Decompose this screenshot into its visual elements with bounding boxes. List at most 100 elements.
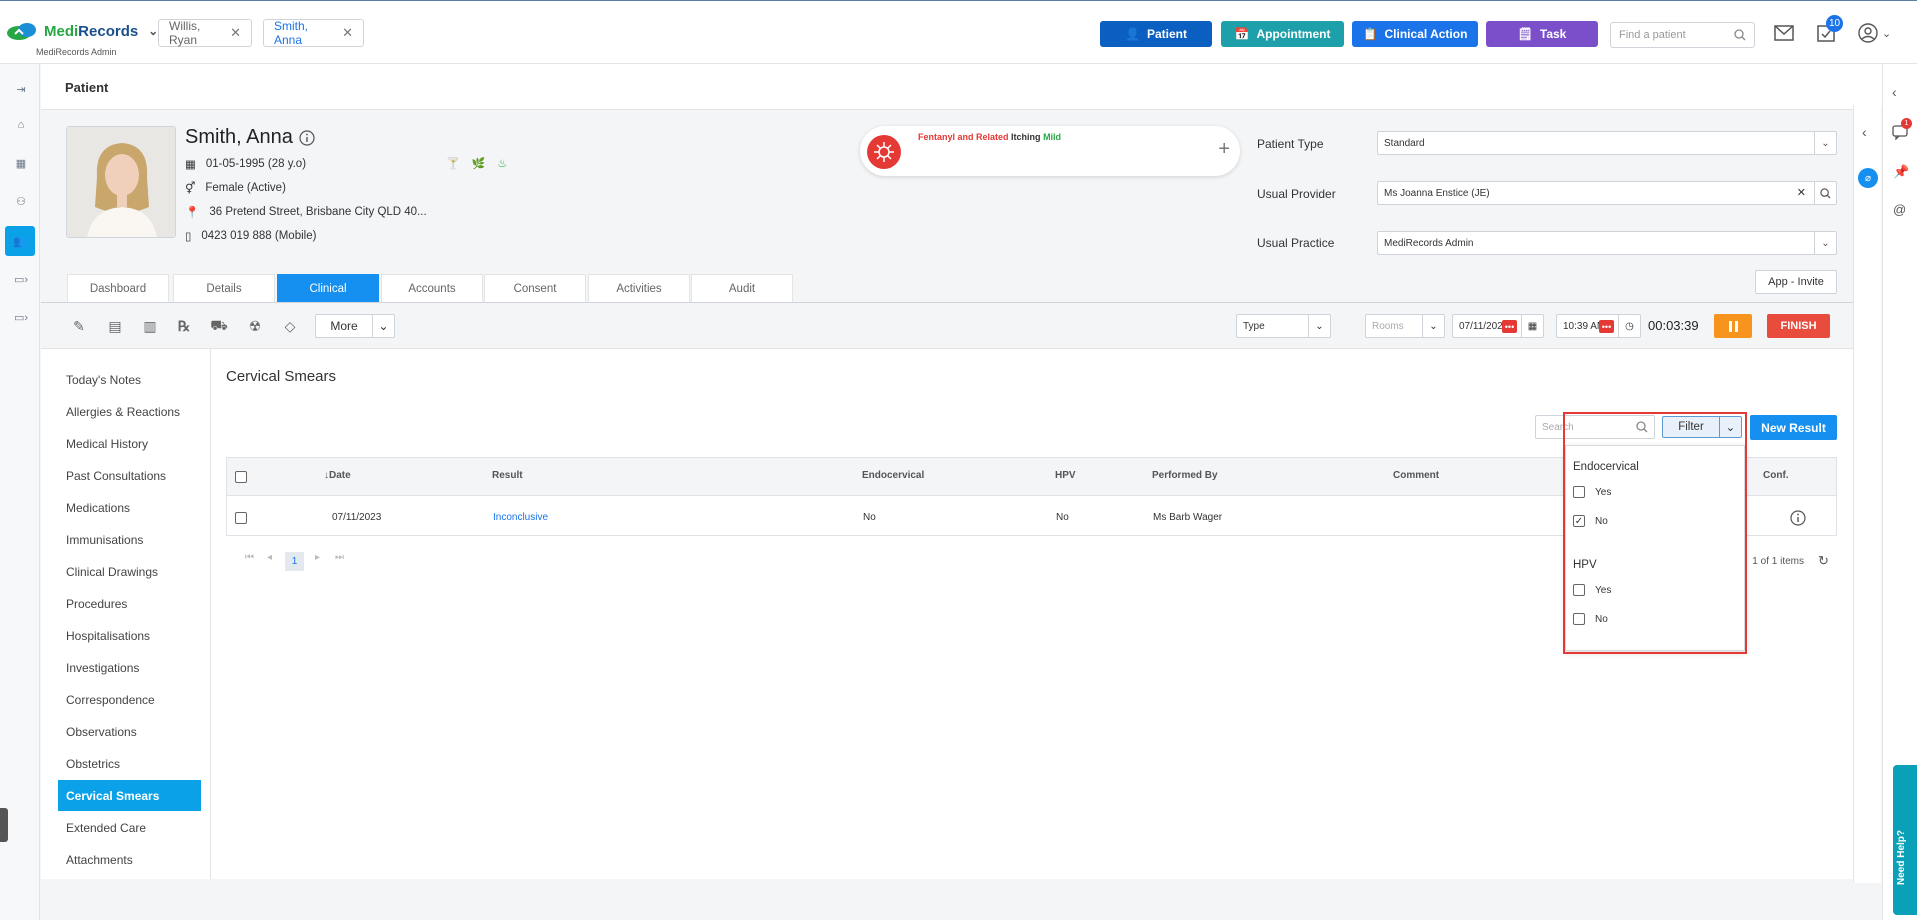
first-page-icon[interactable]: ⏮ [245,552,254,563]
tab-dashboard[interactable]: Dashboard [67,274,169,302]
column-performed-by[interactable]: Performed By [1152,470,1218,481]
chevron-down-icon[interactable]: ⌄ [372,315,394,337]
clock-icon[interactable]: ◷ [1618,315,1640,337]
tab-activities[interactable]: Activities [588,274,690,302]
close-icon[interactable]: ✕ [230,25,241,41]
usual-provider-field[interactable]: Ms Joanna Enstice (JE) ✕ [1377,181,1837,205]
calendar-icon[interactable]: ▦ [1521,315,1543,337]
clear-icon[interactable]: ✕ [1797,186,1806,199]
patient-tab-willis[interactable]: Willis, Ryan ✕ [158,19,252,47]
close-icon[interactable]: ✕ [342,25,353,41]
column-comment[interactable]: Comment [1393,470,1439,481]
sidemenu-item-past-consultations[interactable]: Past Consultations [58,460,201,491]
more-dots-icon[interactable]: ••• [1502,320,1517,333]
find-patient-input[interactable]: Find a patient [1610,22,1755,48]
expand-menu-icon[interactable]: ⇥ [10,78,32,100]
people-network-icon[interactable]: ⚇ [10,190,32,212]
cell-result-link[interactable]: Inconclusive [493,512,548,523]
next-page-icon[interactable]: ▸ [315,552,320,563]
smoke-icon[interactable]: ♨ [497,157,507,170]
leaf-icon[interactable]: 🌿 [472,157,486,170]
more-menu-button[interactable]: More ⌄ [315,314,395,338]
more-dots-icon[interactable]: ••• [1599,320,1614,333]
patients-icon[interactable]: 👥 [5,226,35,256]
sidemenu-item-clinical-drawings[interactable]: Clinical Drawings [58,556,201,587]
patient-tab-smith[interactable]: Smith, Anna ✕ [263,19,364,47]
home-icon[interactable]: ⌂ [10,114,32,136]
search-icon[interactable] [1814,182,1836,204]
pin-icon[interactable]: 📌 [1893,164,1909,180]
sidemenu-item-observations[interactable]: Observations [58,716,201,747]
last-page-icon[interactable]: ⏭ [335,552,344,563]
at-sign-icon[interactable]: @ [1893,202,1906,217]
page-number[interactable]: 1 [285,552,304,571]
info-icon[interactable] [1790,510,1806,526]
sidemenu-item-medical-history[interactable]: Medical History [58,428,201,459]
usual-practice-select[interactable]: MediRecords Admin ⌄ [1377,231,1837,255]
column-result[interactable]: Result [492,470,523,481]
folder-icon[interactable]: ▭› [10,268,32,290]
rx-icon[interactable]: ℞ [174,316,194,336]
column-endocervical[interactable]: Endocervical [862,470,924,481]
date-input[interactable]: 07/11/2023 ••• ▦ [1452,314,1544,338]
allergy-card[interactable]: Fentanyl and Related Itching Mild + [860,126,1240,176]
refresh-icon[interactable]: ↻ [1818,553,1829,569]
edit-note-icon[interactable]: ✎ [69,316,89,336]
new-patient-button[interactable]: 👤 Patient [1100,21,1212,47]
select-all-checkbox[interactable] [235,471,247,483]
side-handle[interactable] [0,808,8,842]
need-help-tab[interactable]: Need Help? [1893,765,1917,915]
tab-details[interactable]: Details [173,274,275,302]
time-input[interactable]: 10:39 AM ••• ◷ [1556,314,1641,338]
calendar-icon[interactable]: ▦ [10,152,32,174]
type-select[interactable]: Type ⌄ [1236,314,1331,338]
ambulance-icon[interactable]: ⛟ [209,316,229,336]
app-invite-button[interactable]: App - Invite [1755,270,1837,294]
app-logo[interactable]: MediRecords ⌄ [6,21,158,41]
pause-button[interactable] [1714,314,1752,338]
sidemenu-item-medications[interactable]: Medications [58,492,201,523]
layers-icon[interactable]: ◇ [280,316,300,336]
row-checkbox[interactable] [235,512,247,524]
column-date[interactable]: ↓Date [324,470,351,481]
tab-consent[interactable]: Consent [484,274,586,302]
info-icon[interactable] [299,129,315,146]
column-hpv[interactable]: HPV [1055,470,1076,481]
sidemenu-item-attachments[interactable]: Attachments [58,844,201,875]
column-conf[interactable]: Conf. [1763,470,1789,481]
user-menu[interactable]: ⌄ [1858,23,1891,43]
prescription-pad-icon[interactable]: ▤ [105,316,125,336]
new-appointment-button[interactable]: 📅 Appointment [1221,21,1344,47]
chevron-left-icon[interactable]: ‹ [1862,124,1867,140]
tasks-count-badge: 10 [1826,15,1843,32]
sidemenu-item-hospitalisations[interactable]: Hospitalisations [58,620,201,651]
mail-icon[interactable] [1774,25,1794,41]
sidemenu-item-allergies[interactable]: Allergies & Reactions [58,396,201,427]
sidemenu-item-todays-notes[interactable]: Today's Notes [58,364,201,395]
chevron-down-icon[interactable]: ⌄ [148,24,158,38]
sidemenu-item-immunisations[interactable]: Immunisations [58,524,201,555]
cocktail-icon[interactable]: 🍸 [446,157,460,170]
radiation-icon[interactable]: ☢ [245,316,265,336]
tag-icon[interactable]: ⌀ [1858,168,1878,188]
sidemenu-item-obstetrics[interactable]: Obstetrics [58,748,201,779]
add-allergy-icon[interactable]: + [1218,138,1230,161]
prev-page-icon[interactable]: ◂ [267,552,272,563]
patient-type-select[interactable]: Standard ⌄ [1377,131,1837,155]
sidemenu-item-extended-care[interactable]: Extended Care [58,812,201,843]
chevron-left-icon[interactable]: ‹ [1892,84,1897,100]
finish-button[interactable]: FINISH [1767,314,1830,338]
new-task-button[interactable]: 🗒 Task [1486,21,1598,47]
sidemenu-item-cervical-smears[interactable]: Cervical Smears [58,780,201,811]
sidemenu-item-investigations[interactable]: Investigations [58,652,201,683]
tab-audit[interactable]: Audit [691,274,793,302]
tab-clinical[interactable]: Clinical [277,274,379,302]
document-icon[interactable]: ▥ [140,316,160,336]
rooms-select[interactable]: Rooms ⌄ [1365,314,1445,338]
new-clinical-action-button[interactable]: 📋 Clinical Action [1352,21,1478,47]
tab-accounts[interactable]: Accounts [381,274,483,302]
sidemenu-item-procedures[interactable]: Procedures [58,588,201,619]
folder-export-icon[interactable]: ▭› [10,306,32,328]
new-result-button[interactable]: New Result [1750,415,1837,440]
sidemenu-item-correspondence[interactable]: Correspondence [58,684,201,715]
